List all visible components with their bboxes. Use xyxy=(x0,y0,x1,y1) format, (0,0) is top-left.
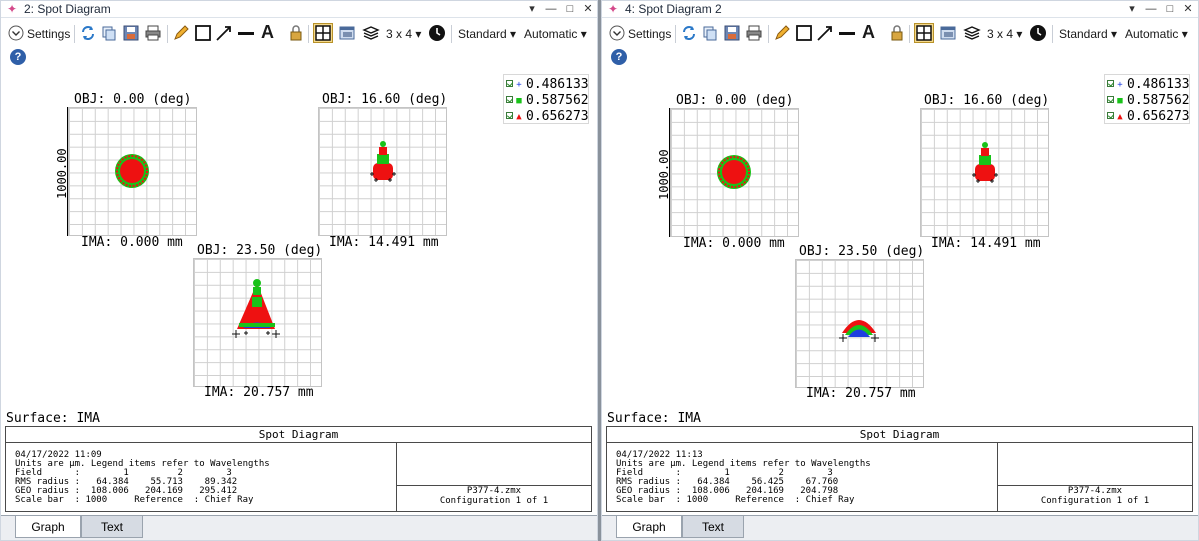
arrow-icon[interactable] xyxy=(816,24,834,42)
clock-icon[interactable] xyxy=(428,24,446,42)
dropdown-icon[interactable]: ▾ xyxy=(524,1,540,17)
spot-plot-area: +0.486133 ■ 0.587562 ▲ 0.656273 OBJ: 0.00 … xyxy=(602,71,1198,411)
save-icon[interactable] xyxy=(723,24,741,42)
pencil-icon[interactable] xyxy=(172,24,190,42)
layout-icon[interactable] xyxy=(914,23,934,43)
clock-icon[interactable] xyxy=(1029,24,1047,42)
configuration-label: Configuration 1 of 1 xyxy=(439,496,549,506)
spot-marks xyxy=(717,142,998,342)
layers-icon[interactable] xyxy=(963,24,981,42)
field-2-spot xyxy=(370,141,396,182)
copy-icon[interactable] xyxy=(100,24,118,42)
title-bar: ✦ 2: Spot Diagram ▾ — □ ✕ xyxy=(1,1,597,18)
toolbar-separator xyxy=(451,25,452,43)
field-3-spot xyxy=(232,279,280,338)
field-2-spot xyxy=(972,142,998,183)
save-icon[interactable] xyxy=(122,24,140,42)
maximize-button[interactable]: □ xyxy=(562,1,578,17)
field-3-spot xyxy=(839,320,879,342)
toolbar-separator xyxy=(167,25,168,43)
help-icon[interactable]: ? xyxy=(611,49,627,65)
toolbar-separator xyxy=(768,25,769,43)
surface-label: Surface: IMA xyxy=(6,411,100,426)
tab-text[interactable]: Text xyxy=(81,516,143,538)
automatic-dropdown[interactable]: Automatic ▾ xyxy=(1125,24,1188,44)
text-icon[interactable]: A xyxy=(261,22,274,42)
surface-label: Surface: IMA xyxy=(607,411,701,426)
window-icon[interactable] xyxy=(338,24,356,42)
bottom-tabs: Graph Text xyxy=(602,515,1198,540)
lock-icon[interactable] xyxy=(287,24,305,42)
close-button[interactable]: ✕ xyxy=(1180,1,1196,17)
window-icon[interactable] xyxy=(939,24,957,42)
sparkle-icon: ✦ xyxy=(608,2,619,16)
line-icon[interactable] xyxy=(237,24,255,42)
text-icon[interactable]: A xyxy=(862,22,875,42)
layout-dropdown[interactable]: 3 x 4 ▾ xyxy=(987,24,1022,44)
spot-marks xyxy=(115,141,396,338)
arrow-icon[interactable] xyxy=(215,24,233,42)
minimize-button[interactable]: — xyxy=(1143,1,1159,17)
tab-graph[interactable]: Graph xyxy=(616,516,682,538)
pencil-icon[interactable] xyxy=(773,24,791,42)
info-title: Spot Diagram xyxy=(607,427,1192,443)
rectangle-icon[interactable] xyxy=(795,24,813,42)
settings-chevron-icon[interactable] xyxy=(608,24,626,42)
settings-chevron-icon[interactable] xyxy=(7,24,25,42)
close-button[interactable]: ✕ xyxy=(580,1,596,17)
print-icon[interactable] xyxy=(144,24,162,42)
info-details: 04/17/2022 11:09 Units are µm. Legend it… xyxy=(6,443,397,511)
settings-button[interactable]: Settings xyxy=(27,24,70,44)
help-icon[interactable]: ? xyxy=(10,49,26,65)
toolbar-separator xyxy=(675,25,676,43)
bottom-tabs: Graph Text xyxy=(1,515,597,540)
file-name: P377-4.zmx xyxy=(466,486,522,496)
sparkle-icon: ✦ xyxy=(7,2,18,16)
maximize-button[interactable]: □ xyxy=(1162,1,1178,17)
tab-text[interactable]: Text xyxy=(682,516,744,538)
lock-icon[interactable] xyxy=(888,24,906,42)
layout-dropdown[interactable]: 3 x 4 ▾ xyxy=(386,24,421,44)
dropdown-icon[interactable]: ▾ xyxy=(1124,1,1140,17)
layout-icon[interactable] xyxy=(313,23,333,43)
spot-diagram-window-2: ✦ 4: Spot Diagram 2 ▾ — □ ✕ Settings A 3… xyxy=(601,0,1199,541)
minimize-button[interactable]: — xyxy=(543,1,559,17)
file-name: P377-4.zmx xyxy=(1067,486,1123,496)
standard-dropdown[interactable]: Standard ▾ xyxy=(1059,24,1117,44)
automatic-dropdown[interactable]: Automatic ▾ xyxy=(524,24,587,44)
field-1-spot xyxy=(717,155,751,189)
spot-diagram-window-1: ✦ 2: Spot Diagram ▾ — □ ✕ Settings A 3 x… xyxy=(0,0,598,541)
refresh-icon[interactable] xyxy=(79,24,97,42)
toolbar-separator xyxy=(909,25,910,43)
layers-icon[interactable] xyxy=(362,24,380,42)
toolbar: Settings A 3 x 4 ▾ Standard ▾ Automatic … xyxy=(602,21,1198,47)
print-icon[interactable] xyxy=(745,24,763,42)
title-bar: ✦ 4: Spot Diagram 2 ▾ — □ ✕ xyxy=(602,1,1198,18)
refresh-icon[interactable] xyxy=(680,24,698,42)
toolbar: Settings A 3 x 4 ▾ Standard ▾ Automatic … xyxy=(1,21,597,47)
field-1-spot xyxy=(115,154,149,188)
window-title: 2: Spot Diagram xyxy=(24,2,111,16)
configuration-label: Configuration 1 of 1 xyxy=(1040,496,1150,506)
settings-button[interactable]: Settings xyxy=(628,24,671,44)
rectangle-icon[interactable] xyxy=(194,24,212,42)
toolbar-separator xyxy=(74,25,75,43)
info-text: 04/17/2022 11:13 Units are µm. Legend it… xyxy=(616,450,871,505)
toolbar-separator xyxy=(1052,25,1053,43)
standard-dropdown[interactable]: Standard ▾ xyxy=(458,24,516,44)
info-title: Spot Diagram xyxy=(6,427,591,443)
spot-plot-area: +0.486133 ■ 0.587562 ▲ 0.656273 OBJ: 0.00 … xyxy=(1,71,597,411)
tab-graph[interactable]: Graph xyxy=(15,516,81,538)
toolbar-separator xyxy=(308,25,309,43)
copy-icon[interactable] xyxy=(701,24,719,42)
line-icon[interactable] xyxy=(838,24,856,42)
info-file: P377-4.zmx Configuration 1 of 1 xyxy=(397,486,591,506)
info-file: P377-4.zmx Configuration 1 of 1 xyxy=(998,486,1192,506)
window-title: 4: Spot Diagram 2 xyxy=(625,2,722,16)
info-text: 04/17/2022 11:09 Units are µm. Legend it… xyxy=(15,450,270,505)
info-box: Spot Diagram 04/17/2022 11:13 Units are … xyxy=(606,426,1193,512)
info-box: Spot Diagram 04/17/2022 11:09 Units are … xyxy=(5,426,592,512)
info-details: 04/17/2022 11:13 Units are µm. Legend it… xyxy=(607,443,998,511)
